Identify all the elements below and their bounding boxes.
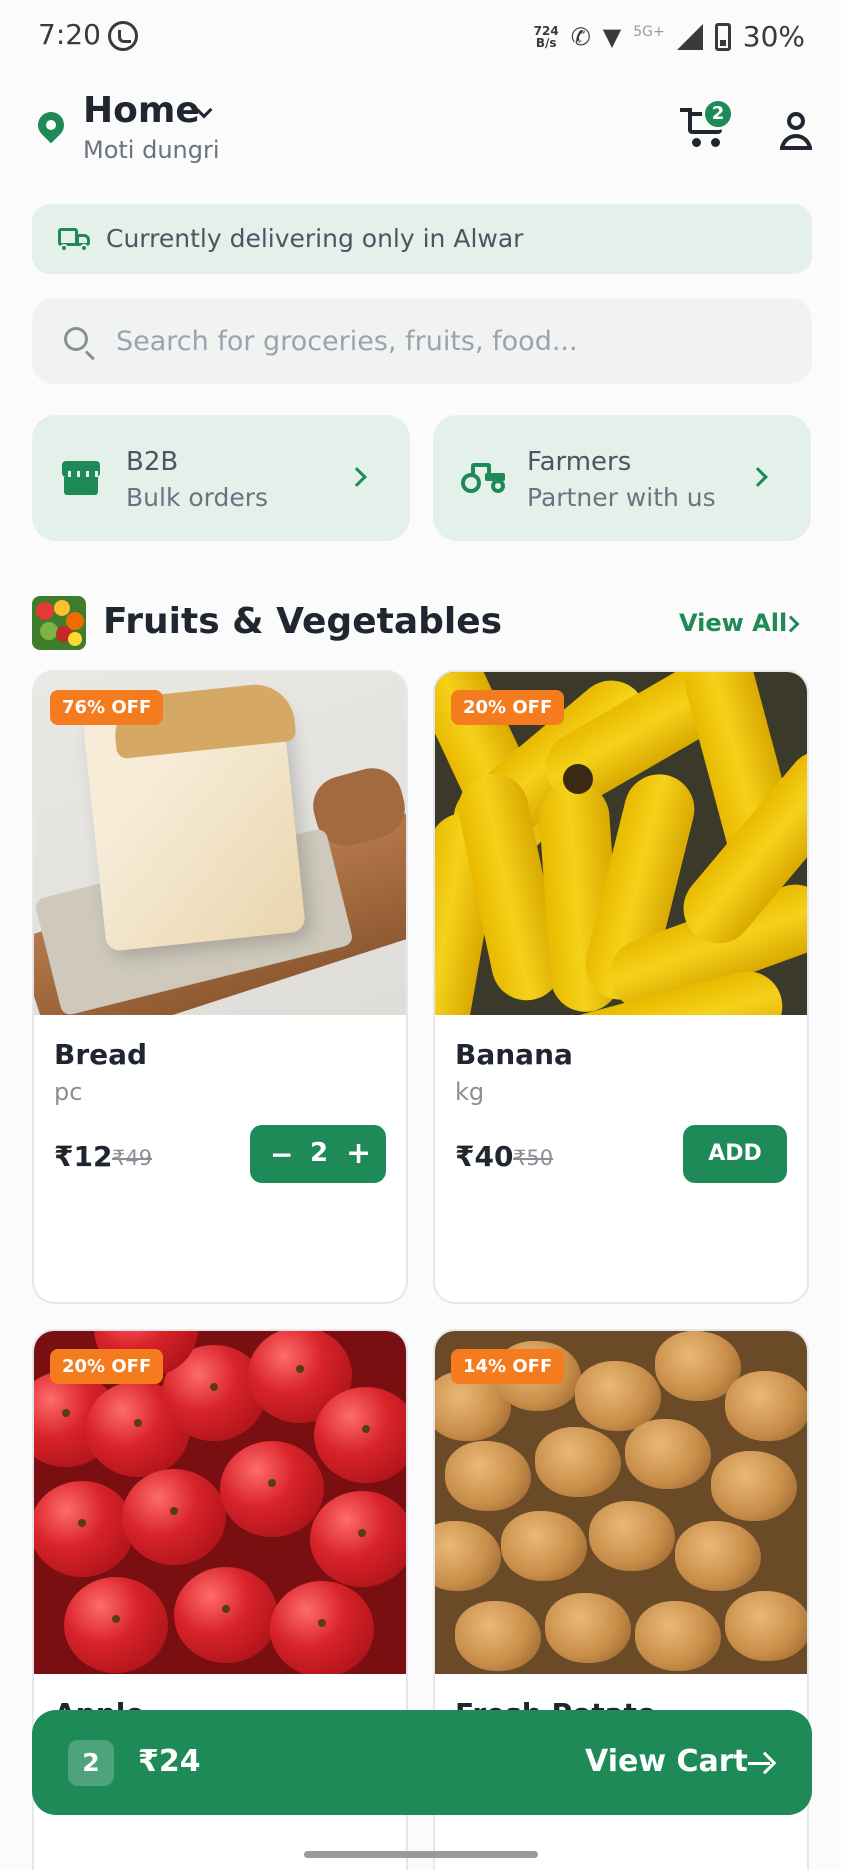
- signal-icon: [676, 23, 703, 50]
- decrease-button[interactable]: −: [270, 1138, 293, 1171]
- product-unit: kg: [455, 1078, 485, 1106]
- view-cart-bar[interactable]: 2 ₹24 View Cart: [32, 1710, 812, 1815]
- cart-count-badge: 2: [702, 98, 734, 130]
- battery-percent: 30%: [742, 20, 805, 53]
- farmers-card[interactable]: Farmers Partner with us: [433, 415, 811, 541]
- wifi-icon: ▼: [602, 22, 622, 51]
- product-card-banana[interactable]: 20% OFF Banana kg ₹40 ₹50 ADD: [433, 670, 809, 1304]
- quantity-stepper[interactable]: − 2 +: [250, 1125, 386, 1183]
- user-icon-base: [780, 146, 812, 150]
- cart-icon-wheel: [692, 138, 701, 147]
- status-time: 7:20: [38, 18, 101, 51]
- arrow-right-icon[interactable]: [748, 1752, 772, 1776]
- delivery-text: Currently delivering only in Alwar: [106, 224, 524, 253]
- location-pin-icon[interactable]: [32, 106, 70, 144]
- cart-icon-wheel: [711, 138, 720, 147]
- view-cart-label[interactable]: View Cart: [585, 1744, 748, 1779]
- b2b-title: B2B: [126, 447, 179, 477]
- call-wifi-icon: ✆: [570, 22, 591, 51]
- product-name: Bread: [54, 1038, 148, 1071]
- location-title[interactable]: Home: [83, 90, 200, 131]
- fruits-vegetables-thumbnail: [32, 596, 86, 650]
- network-speed-unit: B/s: [535, 35, 557, 50]
- cart-item-count: 2: [68, 1740, 114, 1786]
- status-indicators: 724 B/s ✆ ▼ 5G+ 30%: [534, 20, 805, 53]
- chevron-right-icon: [748, 467, 768, 487]
- product-image-potato: 14% OFF: [435, 1331, 807, 1674]
- whatsapp-icon: [108, 21, 138, 51]
- truck-icon: [58, 228, 90, 252]
- delivery-banner: Currently delivering only in Alwar: [32, 204, 812, 274]
- section-title: Fruits & Vegetables: [103, 601, 503, 642]
- profile-button[interactable]: [776, 110, 816, 150]
- product-mrp: ₹49: [112, 1146, 153, 1170]
- status-bar: 7:20 724 B/s ✆ ▼ 5G+ 30%: [0, 0, 841, 74]
- discount-badge: 20% OFF: [451, 690, 565, 725]
- network-speed-value: 724: [533, 23, 559, 38]
- product-image-apple: 20% OFF: [34, 1331, 406, 1674]
- discount-badge: 14% OFF: [451, 1349, 565, 1384]
- product-price: ₹40: [455, 1140, 514, 1173]
- search-input[interactable]: [116, 298, 796, 384]
- b2b-subtitle: Bulk orders: [126, 483, 269, 512]
- cart-total: ₹24: [138, 1744, 201, 1779]
- product-image-bread: 76% OFF: [34, 672, 406, 1015]
- b2b-card[interactable]: B2B Bulk orders: [32, 415, 410, 541]
- product-card-bread[interactable]: 76% OFF Bread pc ₹12 ₹49 − 2 +: [32, 670, 408, 1304]
- network-speed: 724 B/s: [534, 25, 559, 49]
- location-subtitle[interactable]: Moti dungri: [83, 136, 220, 164]
- tractor-icon: [461, 463, 505, 493]
- search-icon: [64, 327, 88, 351]
- store-icon: [62, 461, 100, 495]
- search-bar[interactable]: [32, 298, 812, 384]
- discount-badge: 76% OFF: [50, 690, 164, 725]
- farmers-title: Farmers: [527, 447, 632, 477]
- network-type: 5G+: [633, 23, 665, 40]
- product-unit: pc: [54, 1078, 83, 1106]
- home-indicator[interactable]: [304, 1851, 538, 1858]
- increase-button[interactable]: +: [346, 1136, 371, 1171]
- quantity-value: 2: [309, 1138, 329, 1168]
- farmers-subtitle: Partner with us: [527, 483, 716, 512]
- add-button[interactable]: ADD: [683, 1125, 787, 1183]
- product-name: Banana: [455, 1038, 573, 1071]
- product-mrp: ₹50: [513, 1146, 554, 1170]
- view-all-link[interactable]: View All: [679, 609, 787, 637]
- discount-badge: 20% OFF: [50, 1349, 164, 1384]
- product-price: ₹12: [54, 1140, 113, 1173]
- chevron-right-icon: [347, 467, 367, 487]
- user-icon: [787, 112, 805, 130]
- battery-icon: [714, 22, 731, 51]
- product-image-banana: 20% OFF: [435, 672, 807, 1015]
